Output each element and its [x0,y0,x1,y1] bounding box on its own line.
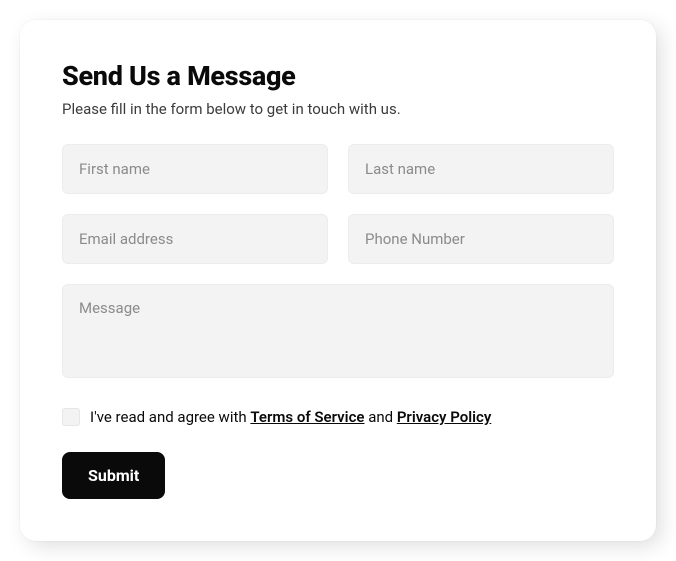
contact-row [62,214,614,264]
firstname-input[interactable] [62,144,328,194]
contact-form-card: Send Us a Message Please fill in the for… [20,20,656,541]
privacy-link[interactable]: Privacy Policy [397,408,491,426]
consent-prefix: I've read and agree with [90,408,250,426]
consent-text: I've read and agree with Terms of Servic… [90,408,491,426]
lastname-input[interactable] [348,144,614,194]
consent-checkbox[interactable] [62,408,80,426]
phone-input[interactable] [348,214,614,264]
terms-link[interactable]: Terms of Service [250,408,364,426]
form-subheading: Please fill in the form below to get in … [62,100,614,118]
name-row [62,144,614,194]
consent-row: I've read and agree with Terms of Servic… [62,408,614,426]
email-input[interactable] [62,214,328,264]
message-textarea[interactable] [62,284,614,378]
submit-button[interactable]: Submit [62,452,165,499]
consent-middle: and [364,408,396,426]
form-heading: Send Us a Message [62,60,614,92]
